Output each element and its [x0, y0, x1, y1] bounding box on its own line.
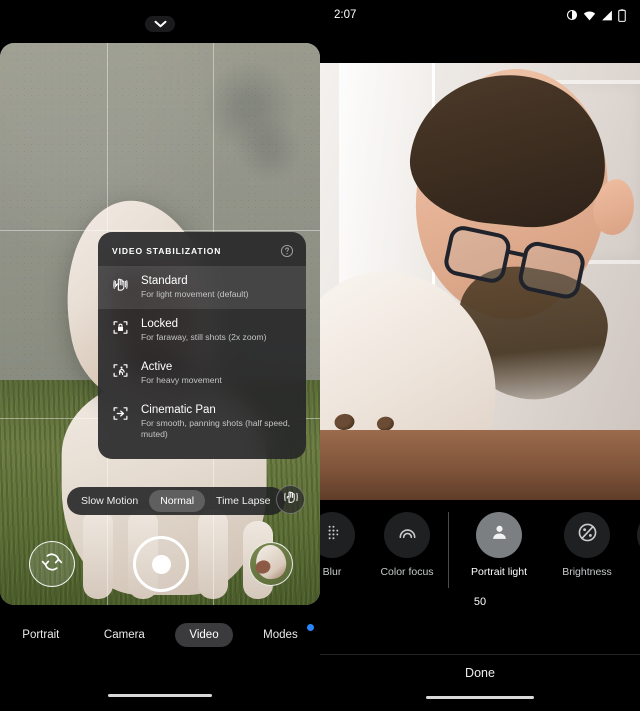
status-bar-clock: 2:07 — [334, 9, 357, 21]
hand-stabilize-icon — [112, 276, 129, 293]
capture-speed-selector: Slow Motion Normal Time Lapse — [67, 487, 285, 515]
mode-tab-modes[interactable]: Modes — [249, 623, 314, 647]
mode-tab-portrait[interactable]: Portrait — [8, 623, 73, 647]
gallery-thumbnail-button[interactable] — [249, 542, 293, 586]
video-stabilization-header: VIDEO STABILIZATION — [98, 232, 306, 266]
viewfinder-dog-leg — [198, 509, 229, 600]
edited-photo-canvas[interactable] — [320, 63, 640, 500]
camera-app-panel: VIDEO STABILIZATION Standard For light m… — [0, 0, 320, 711]
speed-option-time-lapse[interactable]: Time Lapse — [205, 490, 281, 512]
camera-flip-icon — [40, 550, 64, 579]
done-separator — [320, 654, 640, 655]
mode-tab-camera[interactable]: Camera — [90, 623, 159, 647]
stabilization-option-locked[interactable]: Locked For faraway, still shots (2x zoom… — [98, 309, 306, 352]
blur-dots-icon — [321, 521, 344, 549]
tool-label: Brightness — [562, 566, 612, 578]
wifi-icon — [583, 10, 596, 21]
pan-arrow-icon — [112, 405, 129, 422]
stabilization-option-label: Locked — [141, 318, 179, 330]
done-button[interactable]: Done — [320, 660, 640, 686]
tool-brightness[interactable]: Brightness — [549, 512, 625, 578]
stabilization-option-description: For light movement (default) — [141, 289, 249, 299]
hand-stabilize-icon — [283, 489, 299, 510]
stabilization-option-description: For smooth, panning shots (half speed, m… — [141, 418, 291, 439]
mode-tab-video[interactable]: Video — [175, 623, 233, 647]
tool-color-focus[interactable]: Color focus — [366, 512, 448, 578]
editor-tool-strip: Blur Color focus Portrait light Brightne… — [320, 512, 640, 600]
chevron-down-icon — [154, 20, 167, 28]
tool-portrait-light[interactable]: Portrait light — [449, 512, 549, 578]
tool-label: Blur — [322, 566, 342, 578]
portrait-person-icon — [488, 521, 511, 549]
status-bar-icons — [566, 8, 626, 22]
shutter-inner-dot — [151, 554, 171, 574]
lock-bracket-icon — [112, 319, 129, 336]
speed-option-slow-motion[interactable]: Slow Motion — [70, 490, 149, 512]
tool-label: Portrait light — [470, 566, 528, 578]
stabilization-option-standard[interactable]: Standard For light movement (default) — [98, 266, 306, 309]
photo-couch — [320, 430, 640, 500]
speed-option-normal[interactable]: Normal — [149, 490, 206, 512]
stabilization-option-active[interactable]: Active For heavy movement — [98, 352, 306, 395]
color-focus-arc-icon — [396, 521, 419, 549]
status-bar: 2:07 — [320, 0, 640, 30]
tool-label: Color focus — [380, 566, 434, 578]
signal-icon — [601, 10, 613, 21]
adjustment-slider-area: 50 — [320, 596, 640, 648]
stabilization-toggle-button[interactable] — [276, 485, 305, 514]
battery-icon — [618, 8, 626, 22]
mode-tab-modes-label: Modes — [263, 629, 298, 641]
camera-mode-tabs: Portrait Camera Video Modes — [0, 614, 320, 656]
camera-flip-button[interactable] — [29, 541, 75, 587]
stabilization-option-description: For faraway, still shots (2x zoom) — [141, 332, 267, 342]
home-gesture-indicator[interactable] — [108, 694, 212, 697]
new-modes-badge-dot — [306, 624, 314, 631]
brightness-icon — [576, 521, 599, 549]
stabilization-option-label: Active — [141, 361, 173, 373]
stabilization-option-label: Cinematic Pan — [141, 404, 216, 416]
photo-editor-panel: 2:07 Blur Color focus Portrait light Bri… — [320, 0, 640, 711]
stabilization-option-label: Standard — [141, 275, 188, 287]
help-circle-icon[interactable] — [280, 244, 294, 258]
stabilization-option-cinematic-pan[interactable]: Cinematic Pan For smooth, panning shots … — [98, 395, 306, 449]
running-person-icon — [112, 362, 129, 379]
dual-phone-screenshot: VIDEO STABILIZATION Standard For light m… — [0, 0, 640, 711]
photo-dog-eye — [334, 413, 356, 432]
tool-blur[interactable]: Blur — [320, 512, 366, 578]
video-stabilization-menu: VIDEO STABILIZATION Standard For light m… — [98, 232, 306, 459]
chevron-down-handle-button[interactable] — [145, 16, 175, 32]
home-gesture-indicator[interactable] — [426, 696, 534, 699]
slider-value-label: 50 — [473, 596, 487, 608]
video-stabilization-title: VIDEO STABILIZATION — [112, 246, 222, 256]
tool-contrast[interactable]: Contrast — [625, 512, 640, 578]
dark-theme-icon — [566, 9, 578, 21]
stabilization-option-description: For heavy movement — [141, 375, 222, 385]
viewfinder-dog-leg — [83, 509, 114, 600]
record-shutter-button[interactable] — [133, 536, 189, 592]
